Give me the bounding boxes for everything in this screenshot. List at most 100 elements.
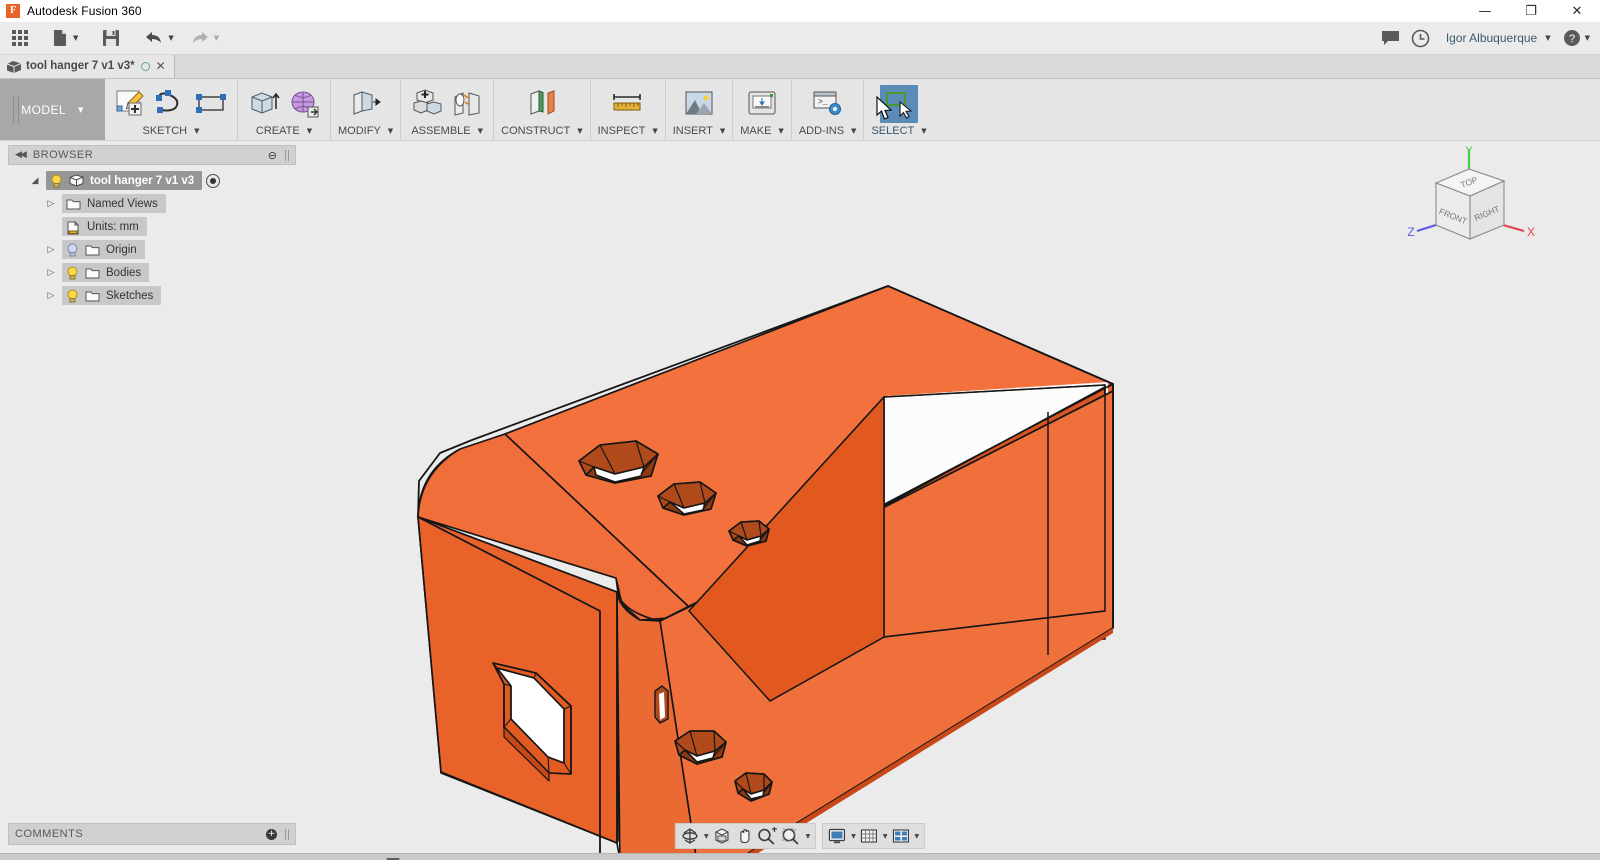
press-pull-tool[interactable]	[347, 85, 385, 123]
expand-twisty-icon[interactable]: ▷	[44, 268, 58, 278]
ribbon-group-modify-text: MODIFY	[338, 125, 381, 137]
chevron-down-icon: ▼	[194, 127, 199, 135]
workspace-switcher[interactable]: MODEL ▼	[0, 79, 105, 140]
3d-print-tool[interactable]	[743, 85, 781, 123]
browser-named-views-pill[interactable]: Named Views	[62, 194, 166, 213]
ribbon-group-create-label[interactable]: CREATE ▼	[256, 125, 312, 140]
hex-hole-corner-partial	[655, 686, 668, 723]
visibility-bulb-icon[interactable]	[66, 243, 79, 257]
user-account-menu[interactable]: Igor Albuquerque ▼	[1436, 22, 1557, 55]
browser-origin-pill[interactable]: Origin	[62, 240, 145, 259]
select-tool[interactable]	[880, 85, 918, 123]
activate-component-radio[interactable]	[206, 174, 220, 188]
browser-named-views[interactable]: ▷ Named Views	[8, 192, 296, 215]
visibility-bulb-icon[interactable]	[66, 289, 79, 303]
view-cube[interactable]: Y X Z TOP FRONT RIGHT	[1400, 145, 1540, 255]
chevron-down-icon: ▼	[851, 833, 856, 840]
axis-x-line	[1503, 225, 1524, 231]
grid-snaps-tool[interactable]: ▼	[858, 824, 890, 848]
ribbon-group-insert-label[interactable]: INSERT ▼	[673, 125, 726, 140]
timeline-feature-extrude-4[interactable]	[421, 854, 446, 860]
navigation-bar: ▼ ▼ ▼ ▼	[675, 823, 925, 849]
collapse-left-icon[interactable]: ◀◀	[15, 150, 25, 160]
document-tab[interactable]: tool hanger 7 v1 v3* ✕	[0, 54, 175, 78]
ribbon-group-select-label[interactable]: SELECT ▼	[871, 125, 926, 140]
clock-icon	[1411, 29, 1430, 48]
offset-plane-tool[interactable]	[523, 85, 561, 123]
ribbon-group-sketch-label[interactable]: SKETCH ▼	[142, 125, 199, 140]
display-settings-tool[interactable]: ▼	[826, 824, 858, 848]
pan-tool[interactable]	[733, 824, 755, 848]
timeline-feature-fillet-1[interactable]	[340, 854, 365, 860]
new-component-tool[interactable]	[408, 85, 446, 123]
browser-sketches-pill[interactable]: Sketches	[62, 286, 161, 305]
timeline-feature-extrude-2[interactable]	[265, 854, 290, 860]
timeline-feature-sketch-3[interactable]	[290, 854, 315, 860]
ribbon-group-make-label[interactable]: MAKE ▼	[740, 125, 784, 140]
browser-units[interactable]: Units: mm	[8, 215, 296, 238]
browser-root-pill[interactable]: tool hanger 7 v1 v3	[46, 171, 202, 190]
spline-tool[interactable]	[152, 85, 190, 123]
add-comment-button[interactable]: +	[266, 829, 277, 840]
browser-panel-grip[interactable]	[285, 150, 289, 161]
expand-twisty-icon[interactable]: ▷	[44, 199, 58, 209]
expand-twisty-icon[interactable]: ▷	[44, 291, 58, 301]
expand-twisty-icon[interactable]: ◢	[28, 176, 42, 186]
save-button[interactable]	[96, 22, 126, 55]
ribbon-grip[interactable]	[13, 97, 19, 123]
comments-panel-button[interactable]	[1376, 22, 1406, 55]
zoom-tool[interactable]	[755, 824, 779, 848]
timeline-feature-sketch-4[interactable]	[396, 854, 421, 860]
visibility-bulb-icon[interactable]	[66, 266, 79, 280]
timeline-feature-sketch-2[interactable]	[240, 854, 265, 860]
ribbon-group-modify-label[interactable]: MODIFY ▼	[338, 125, 393, 140]
browser-root[interactable]: ◢ tool hanger 7 v1 v3	[8, 169, 296, 192]
document-tab-bar: tool hanger 7 v1 v3* ✕	[0, 55, 1600, 79]
minimize-button[interactable]: —	[1462, 0, 1508, 22]
browser-units-pill[interactable]: Units: mm	[62, 217, 147, 236]
ribbon-group-inspect-label[interactable]: INSPECT ▼	[598, 125, 658, 140]
scripts-addins-tool[interactable]: >_	[809, 85, 847, 123]
create-sketch-tool[interactable]	[112, 85, 150, 123]
timeline-feature-sketch-1[interactable]	[190, 854, 215, 860]
measure-tool[interactable]	[609, 85, 647, 123]
close-tab-icon[interactable]: ✕	[156, 60, 166, 72]
browser-bodies[interactable]: ▷ Bodies	[8, 261, 296, 284]
close-button[interactable]: ✕	[1554, 0, 1600, 22]
comments-panel-grip[interactable]	[285, 829, 289, 840]
ribbon-group-assemble-label[interactable]: ASSEMBLE ▼	[411, 125, 483, 140]
comments-panel[interactable]: COMMENTS +	[8, 823, 296, 845]
look-at-tool[interactable]	[711, 824, 733, 848]
browser-sketches[interactable]: ▷ Sketches	[8, 284, 296, 307]
help-menu[interactable]: ? ▼	[1557, 22, 1596, 55]
history-button[interactable]	[1406, 22, 1436, 55]
new-file-button[interactable]: ▼	[46, 22, 84, 55]
orbit-tool[interactable]: ▼	[679, 824, 711, 848]
ribbon-group-inspect-text: INSPECT	[598, 125, 646, 137]
ribbon-group-construct-label[interactable]: CONSTRUCT ▼	[501, 125, 582, 140]
browser-minimize-button[interactable]: ⊖	[268, 149, 277, 162]
viewports-tool[interactable]: ▼	[889, 824, 921, 848]
app-grid-button[interactable]	[6, 22, 34, 55]
timeline-feature-extrude-1[interactable]	[215, 854, 240, 860]
maximize-button[interactable]: ❐	[1508, 0, 1554, 22]
ribbon-group-addins-label[interactable]: ADD-INS ▼	[799, 125, 857, 140]
browser-origin[interactable]: ▷ Origin	[8, 238, 296, 261]
undo-button[interactable]: ▼	[138, 22, 179, 55]
joint-tool[interactable]	[448, 85, 486, 123]
insert-image-tool[interactable]	[680, 85, 718, 123]
visibility-bulb-icon[interactable]	[50, 174, 63, 188]
timeline-feature-extrude-3[interactable]	[315, 854, 340, 860]
comments-panel-title: COMMENTS	[15, 828, 258, 840]
redo-button[interactable]: ▼	[184, 22, 225, 55]
form-tool[interactable]	[285, 85, 323, 123]
canvas-area[interactable]: ◀◀ BROWSER ⊖ ◢ tool hanger 7 v1 v3	[0, 141, 1600, 853]
fit-tool[interactable]: ▼	[779, 824, 813, 848]
expand-twisty-icon[interactable]: ▷	[44, 245, 58, 255]
extrude-tool[interactable]	[245, 85, 283, 123]
rectangle-tool[interactable]	[192, 85, 230, 123]
ribbon-toolbar: MODEL ▼	[0, 79, 1600, 141]
browser-bodies-pill[interactable]: Bodies	[62, 263, 149, 282]
title-bar: F Autodesk Fusion 360 — ❐ ✕	[0, 0, 1600, 22]
chevron-down-icon: ▼	[652, 127, 657, 135]
